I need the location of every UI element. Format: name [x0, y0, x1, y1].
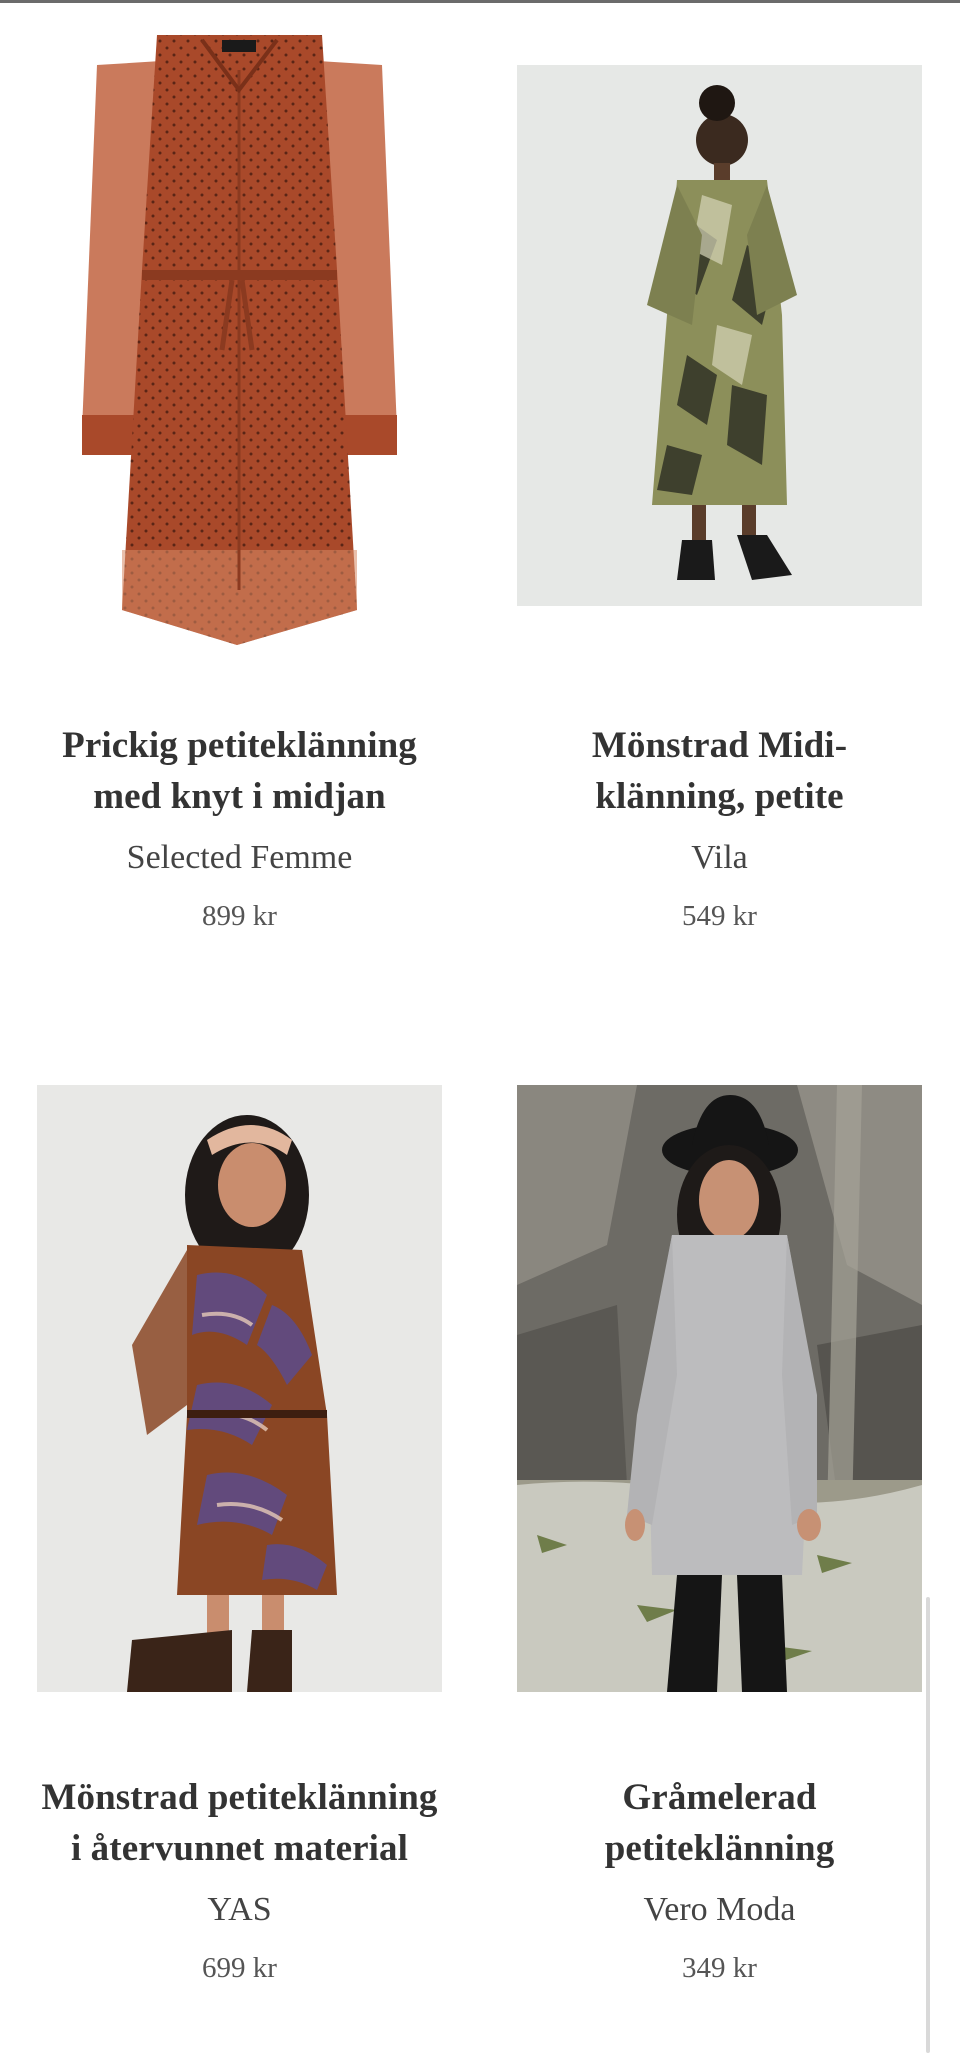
- product-title-4[interactable]: Gråmelerad petiteklänning: [517, 1772, 922, 1874]
- product-price-3: 699 kr: [202, 1952, 277, 1984]
- product-image-4[interactable]: [517, 1085, 922, 1692]
- product-title-3[interactable]: Mönstrad petiteklänning i återvunnet mat…: [37, 1772, 442, 1874]
- product-price-4: 349 kr: [682, 1952, 757, 1984]
- product-title-line: petiteklänning: [604, 1828, 835, 1869]
- brown-dress-illustration: [37, 1085, 442, 1692]
- product-card-3[interactable]: Mönstrad petiteklänning i återvunnet mat…: [37, 0, 442, 2053]
- product-title-line: Gråmelerad: [622, 1777, 817, 1818]
- product-title-line: Mönstrad petiteklänning: [41, 1777, 438, 1818]
- product-brand-3: YAS: [207, 1891, 272, 1928]
- product-card-4[interactable]: Gråmelerad petiteklänning Vero Moda 349 …: [517, 0, 922, 2053]
- product-brand-4: Vero Moda: [643, 1891, 796, 1928]
- scrollbar[interactable]: [926, 1597, 930, 2053]
- product-grid: Prickig petiteklänning med knyt i midjan…: [0, 0, 960, 2053]
- grey-dress-illustration: [517, 1085, 922, 1692]
- product-title-line: i återvunnet material: [70, 1828, 409, 1869]
- product-image-3[interactable]: [37, 1085, 442, 1692]
